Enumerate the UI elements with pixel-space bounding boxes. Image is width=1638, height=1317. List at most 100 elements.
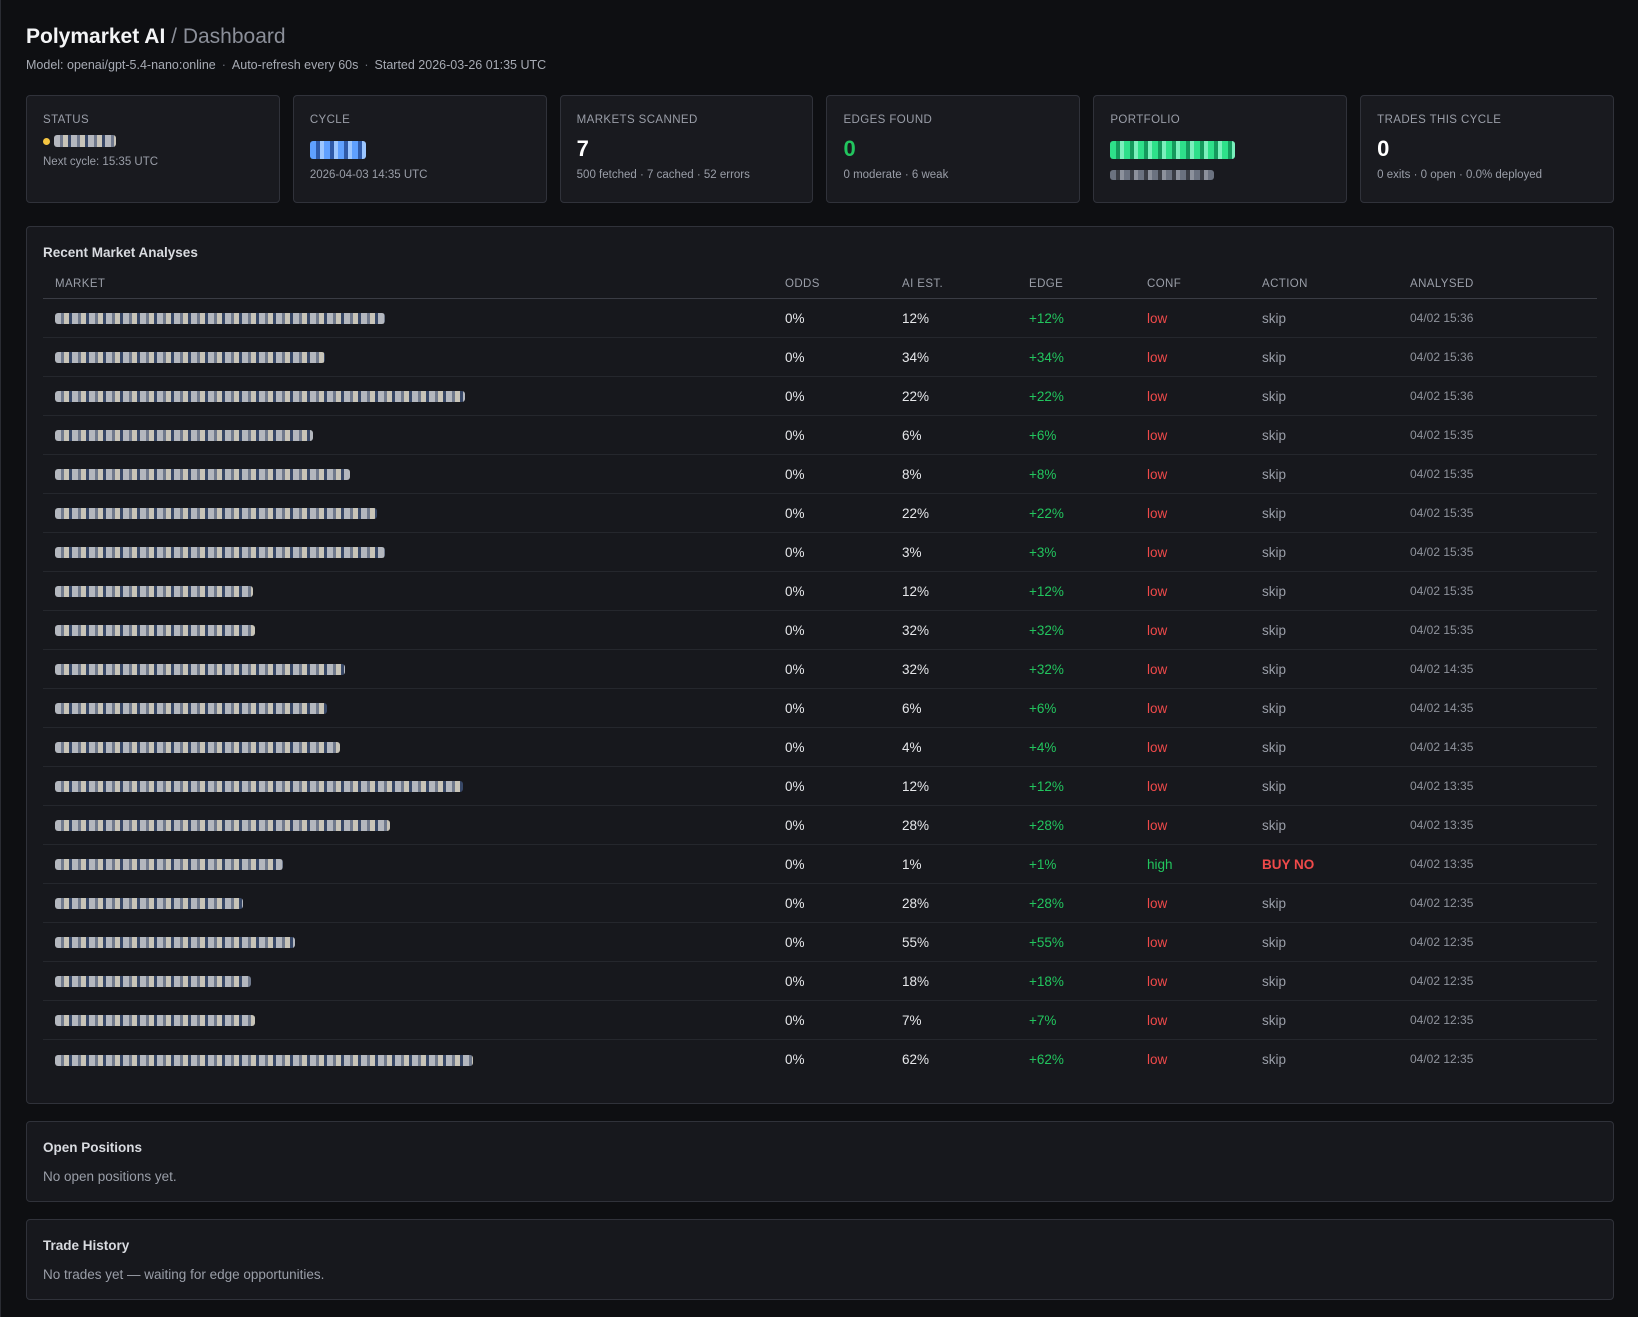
table-row[interactable]: 0% 12% +12% low skip 04/02 15:36	[43, 298, 1597, 338]
table-row[interactable]: 0% 4% +4% low skip 04/02 14:35	[43, 727, 1597, 767]
ai-est-cell: 28%	[890, 805, 1017, 845]
table-row[interactable]: 0% 32% +32% low skip 04/02 14:35	[43, 649, 1597, 689]
redacted-market-name	[55, 469, 350, 481]
action-cell: skip	[1250, 571, 1398, 611]
odds-cell: 0%	[773, 376, 890, 416]
col-edge: EDGE	[1017, 278, 1135, 299]
table-row[interactable]: 0% 22% +22% low skip 04/02 15:35	[43, 493, 1597, 533]
edge-cell: +34%	[1017, 337, 1135, 377]
refresh-info: Auto-refresh every 60s	[231, 58, 359, 72]
table-row[interactable]: 0% 34% +34% low skip 04/02 15:36	[43, 337, 1597, 377]
conf-cell: low	[1135, 415, 1250, 455]
conf-cell: low	[1135, 493, 1250, 533]
ai-est-cell: 12%	[890, 766, 1017, 806]
table-row[interactable]: 0% 3% +3% low skip 04/02 15:35	[43, 532, 1597, 572]
analysed-cell: 04/02 12:35	[1398, 922, 1597, 962]
table-row[interactable]: 0% 1% +1% high BUY NO 04/02 13:35	[43, 844, 1597, 884]
analyses-panel: Recent Market Analyses MARKET ODDS AI ES…	[26, 226, 1614, 1104]
redacted-market-name	[55, 937, 295, 949]
model-info: Model: openai/gpt-5.4-nano:online	[26, 58, 216, 72]
open-positions-empty: No open positions yet.	[43, 1169, 177, 1184]
portfolio-value	[1110, 135, 1330, 163]
analysed-cell: 04/02 15:36	[1398, 376, 1597, 416]
redacted-market-name	[55, 313, 385, 325]
trades-sub: 0 exits · 0 open · 0.0% deployed	[1377, 169, 1543, 181]
odds-cell: 0%	[773, 961, 890, 1001]
conf-cell: low	[1135, 376, 1250, 416]
conf-cell: low	[1135, 883, 1250, 923]
ai-est-cell: 3%	[890, 532, 1017, 572]
conf-cell: low	[1135, 610, 1250, 650]
ai-est-cell: 22%	[890, 376, 1017, 416]
edge-cell: +62%	[1029, 1051, 1064, 1067]
table-row[interactable]: 0% 55% +55% low skip 04/02 12:35	[43, 922, 1597, 962]
edges-sub: 0 moderate · 6 weak	[843, 169, 949, 181]
table-row[interactable]: 0% 32% +32% low skip 04/02 15:35	[43, 610, 1597, 650]
col-action: ACTION	[1250, 278, 1398, 299]
action-cell: skip	[1250, 337, 1398, 377]
col-ai-est: AI EST.	[890, 278, 1017, 299]
redacted-status	[54, 135, 116, 147]
trades-value: 0	[1377, 136, 1390, 161]
market-cell	[43, 649, 773, 689]
redacted-market-name	[55, 430, 313, 442]
table-row[interactable]: 0% 12% +12% low skip 04/02 13:35	[43, 766, 1597, 806]
table-row[interactable]: 0% 22% +22% low skip 04/02 15:36	[43, 376, 1597, 416]
market-cell	[43, 844, 773, 884]
table-row[interactable]: 0% 62% +62% low skip 04/02 12:35	[43, 1040, 1597, 1079]
page-title: Polymarket AI / Dashboard	[26, 24, 1614, 50]
action-cell: skip	[1250, 376, 1398, 416]
ai-est-cell: 34%	[890, 337, 1017, 377]
analyses-table: MARKET ODDS AI EST. EDGE CONF ACTION ANA…	[43, 278, 1597, 1079]
status-card: STATUS Next cycle: 15:35 UTC	[26, 95, 280, 203]
table-row[interactable]: 0% 18% +18% low skip 04/02 12:35	[43, 961, 1597, 1001]
analysed-cell: 04/02 15:35	[1398, 610, 1597, 650]
table-row[interactable]: 0% 8% +8% low skip 04/02 15:35	[43, 454, 1597, 494]
odds-cell: 0%	[773, 688, 890, 728]
odds-cell: 0%	[773, 571, 890, 611]
edge-cell: +8%	[1017, 454, 1135, 494]
action-cell: skip	[1250, 727, 1398, 767]
action-cell: skip	[1250, 805, 1398, 845]
edge-cell: +32%	[1017, 610, 1135, 650]
edge-cell: +1%	[1017, 844, 1135, 884]
analysed-cell: 04/02 15:35	[1398, 454, 1597, 494]
market-cell	[43, 298, 773, 338]
table-row[interactable]: 0% 28% +28% low skip 04/02 13:35	[43, 805, 1597, 845]
analysed-cell: 04/02 13:35	[1398, 805, 1597, 845]
conf-cell: low	[1135, 337, 1250, 377]
edge-cell: +32%	[1017, 649, 1135, 689]
redacted-portfolio	[1110, 141, 1236, 160]
edge-cell: +12%	[1017, 571, 1135, 611]
trade-history-panel: Trade History No trades yet — waiting fo…	[26, 1219, 1614, 1300]
table-row[interactable]: 0% 7% +7% low skip 04/02 12:35	[43, 1000, 1597, 1040]
redacted-market-name	[55, 820, 390, 832]
edge-cell: +7%	[1017, 1000, 1135, 1040]
market-cell	[43, 805, 773, 845]
markets-label: MARKETS SCANNED	[576, 114, 698, 126]
action-cell: skip	[1250, 961, 1398, 1001]
analysed-cell: 04/02 15:35	[1398, 415, 1597, 455]
table-row[interactable]: 0% 6% +6% low skip 04/02 15:35	[43, 415, 1597, 455]
action-cell: skip	[1250, 688, 1398, 728]
action-cell: skip	[1250, 298, 1398, 338]
table-row[interactable]: 0% 28% +28% low skip 04/02 12:35	[43, 883, 1597, 923]
table-row[interactable]: 0% 12% +12% low skip 04/02 15:35	[43, 571, 1597, 611]
conf-cell: low	[1135, 766, 1250, 806]
redacted-market-name	[55, 547, 385, 559]
analysed-cell: 04/02 14:35	[1398, 688, 1597, 728]
odds-cell: 0%	[773, 298, 890, 338]
table-header-row: MARKET ODDS AI EST. EDGE CONF ACTION ANA…	[43, 278, 1597, 299]
conf-cell: low	[1135, 688, 1250, 728]
odds-cell: 0%	[773, 649, 890, 689]
table-row[interactable]: 0% 6% +6% low skip 04/02 14:35	[43, 688, 1597, 728]
conf-cell: low	[1135, 922, 1250, 962]
open-positions-panel: Open Positions No open positions yet.	[26, 1121, 1614, 1202]
ai-est-cell: 28%	[890, 883, 1017, 923]
market-cell	[43, 493, 773, 533]
odds-cell: 0%	[785, 1051, 805, 1067]
redacted-market-name	[55, 391, 465, 403]
trades-card: TRADES THIS CYCLE 0 0 exits · 0 open · 0…	[1360, 95, 1614, 203]
ai-est-cell: 12%	[890, 298, 1017, 338]
edge-cell: +22%	[1017, 376, 1135, 416]
